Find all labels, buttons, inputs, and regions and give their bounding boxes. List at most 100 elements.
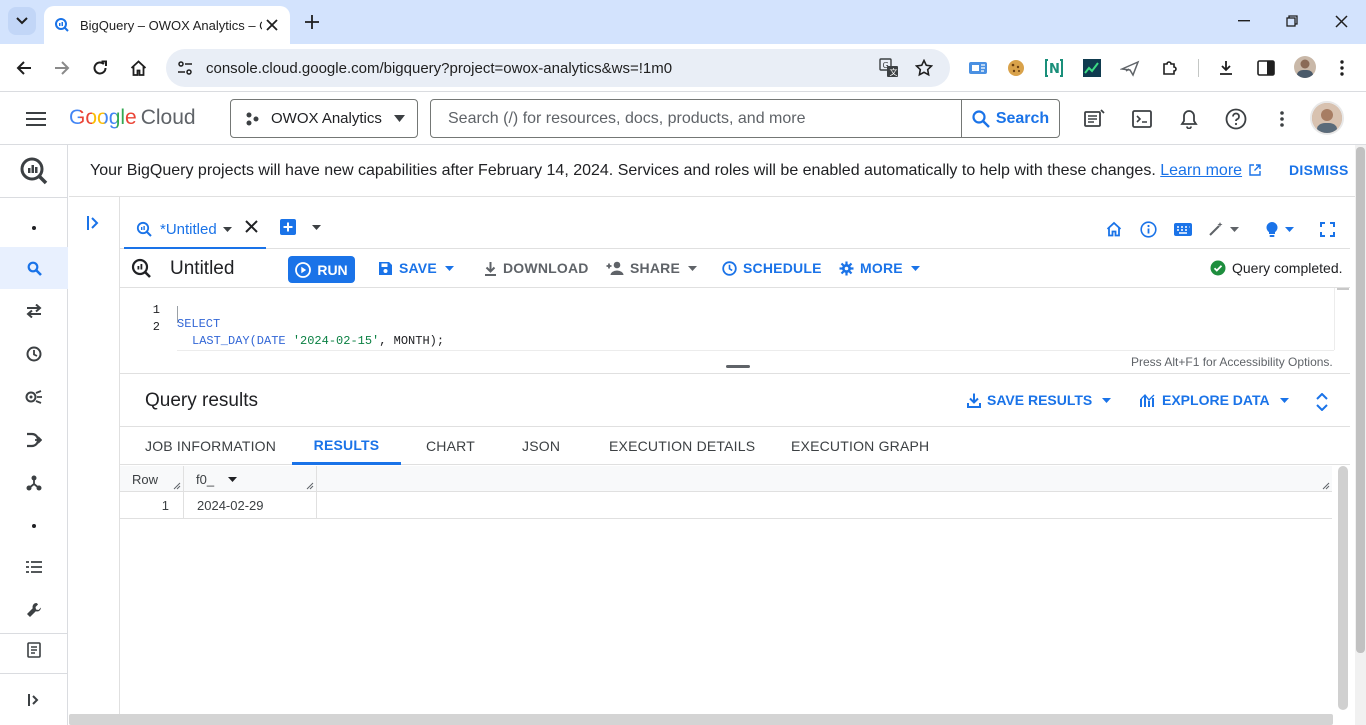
expand-results-button[interactable]: [1312, 390, 1332, 414]
forward-button[interactable]: [48, 54, 76, 82]
download-button[interactable]: DOWNLOAD: [484, 260, 589, 276]
search-input[interactable]: [432, 101, 960, 136]
tab-search-button[interactable]: [8, 7, 36, 35]
account-avatar[interactable]: [1310, 101, 1344, 135]
keyboard-shortcuts-button[interactable]: [1174, 217, 1192, 241]
scrollbar-thumb[interactable]: [1337, 288, 1349, 290]
reload-button[interactable]: [86, 54, 114, 82]
info-button[interactable]: [1140, 217, 1157, 241]
rail-item-more[interactable]: [0, 505, 68, 547]
tab-execution-graph[interactable]: EXECUTION GRAPH: [791, 427, 929, 465]
share-label: SHARE: [630, 260, 681, 276]
scrollbar-thumb[interactable]: [1356, 147, 1365, 653]
extension-1-button[interactable]: [966, 56, 990, 80]
rail-bigquery-logo[interactable]: [0, 149, 68, 193]
paper-plane-icon: [1120, 59, 1140, 77]
save-results-button[interactable]: SAVE RESULTS: [967, 392, 1117, 408]
run-button[interactable]: RUN: [288, 256, 355, 283]
close-window-button[interactable]: [1326, 8, 1356, 34]
site-info-icon[interactable]: [176, 59, 194, 77]
browser-tab-active[interactable]: BigQuery – OWOX Analytics – G: [44, 6, 290, 44]
share-button[interactable]: SHARE: [606, 260, 703, 276]
scrollbar-thumb[interactable]: [1338, 466, 1348, 710]
caret-down-icon[interactable]: [312, 224, 321, 230]
fullscreen-button[interactable]: [1320, 217, 1335, 241]
close-icon: [1334, 14, 1348, 28]
project-picker[interactable]: OWOX Analytics: [230, 99, 418, 138]
browser-profile-avatar[interactable]: [1294, 56, 1316, 78]
editor-scrollbar[interactable]: [1334, 288, 1350, 350]
extension-n-button[interactable]: N: [1042, 56, 1066, 80]
rail-item-dataform[interactable]: [0, 419, 68, 461]
rail-item-history[interactable]: [0, 333, 68, 375]
downloads-button[interactable]: [1214, 56, 1238, 80]
resize-drag-handle[interactable]: [726, 365, 750, 368]
home-button[interactable]: [1106, 217, 1122, 241]
rail-item-transfers[interactable]: [0, 290, 68, 332]
tab-job-information[interactable]: JOB INFORMATION: [145, 427, 276, 465]
close-tab-icon[interactable]: [262, 15, 282, 35]
tab-results[interactable]: RESULTS: [292, 427, 401, 465]
rail-item-search[interactable]: [0, 247, 68, 289]
rail-item-graph[interactable]: [0, 462, 68, 504]
empty-cell: [317, 492, 1332, 518]
browser-menu-button[interactable]: [1330, 56, 1354, 80]
settings-menu-button[interactable]: [1268, 105, 1296, 133]
table-cell[interactable]: 2024-02-29: [184, 492, 317, 518]
help-button[interactable]: [1222, 105, 1250, 133]
more-button[interactable]: MORE: [839, 260, 926, 276]
transfers-icon: [26, 304, 42, 318]
horizontal-scrollbar[interactable]: [69, 714, 1333, 725]
restore-window-button[interactable]: [1277, 8, 1307, 34]
caret-down-icon[interactable]: [228, 476, 238, 482]
page-scrollbar[interactable]: [1355, 145, 1366, 725]
tab-execution-details[interactable]: EXECUTION DETAILS: [609, 427, 755, 465]
rail-expand-button[interactable]: [0, 679, 68, 721]
results-scrollbar[interactable]: [1336, 466, 1350, 710]
extensions-button[interactable]: [1158, 56, 1182, 80]
learn-more-link[interactable]: Learn more: [1160, 162, 1242, 179]
dismiss-button[interactable]: DISMISS: [1289, 162, 1349, 178]
rail-item-studio[interactable]: [0, 207, 68, 249]
new-tab-button[interactable]: [300, 10, 324, 34]
address-bar[interactable]: console.cloud.google.com/bigquery?projec…: [166, 49, 950, 87]
explore-data-button[interactable]: EXPLORE DATA: [1140, 392, 1295, 408]
side-panel-button[interactable]: [1254, 56, 1278, 80]
column-resize-handle[interactable]: [1322, 482, 1330, 490]
cloud-shell-button[interactable]: [1128, 105, 1156, 133]
notes-button[interactable]: [1081, 105, 1109, 133]
bookmark-star-icon[interactable]: [914, 58, 934, 78]
schedule-button[interactable]: SCHEDULE: [722, 260, 822, 276]
expand-explorer-button[interactable]: [81, 211, 105, 235]
column-resize-handle[interactable]: [306, 482, 314, 490]
home-button[interactable]: [124, 54, 152, 82]
editor-tab-bar: *Untitled: [120, 197, 1350, 249]
sql-editor[interactable]: 1 SELECT 2 LAST_DAY(DATE '2024-02-15', M…: [120, 288, 1350, 373]
main-menu-button[interactable]: [22, 105, 50, 133]
extension-plane-button[interactable]: [1118, 56, 1142, 80]
tab-chart[interactable]: CHART: [426, 427, 475, 465]
translate-icon[interactable]: G文: [879, 58, 899, 78]
caret-down-icon[interactable]: [222, 226, 232, 232]
rail-item-analytics-hub[interactable]: [0, 376, 68, 418]
extension-stocks-button[interactable]: [1080, 56, 1104, 80]
new-query-button[interactable]: [280, 219, 321, 235]
column-header-f0[interactable]: f0_: [184, 466, 317, 492]
format-tools-button[interactable]: [1208, 217, 1239, 241]
back-button[interactable]: [10, 54, 38, 82]
tips-button[interactable]: [1265, 217, 1294, 241]
tab-json[interactable]: JSON: [522, 427, 560, 465]
minimize-window-button[interactable]: [1229, 8, 1259, 34]
rail-divider: [0, 197, 68, 198]
column-resize-handle[interactable]: [173, 482, 181, 490]
rail-item-admin[interactable]: [0, 589, 68, 631]
search-button[interactable]: Search: [961, 100, 1059, 137]
rail-item-release-notes[interactable]: [0, 629, 68, 671]
close-query-tab-icon[interactable]: [245, 220, 258, 233]
notifications-button[interactable]: [1175, 105, 1203, 133]
extension-cookie-button[interactable]: [1004, 56, 1028, 80]
google-cloud-logo[interactable]: Google Cloud: [69, 106, 196, 130]
query-tab-untitled[interactable]: *Untitled: [124, 211, 266, 249]
rail-item-list[interactable]: [0, 546, 68, 588]
save-button[interactable]: SAVE: [378, 260, 460, 276]
